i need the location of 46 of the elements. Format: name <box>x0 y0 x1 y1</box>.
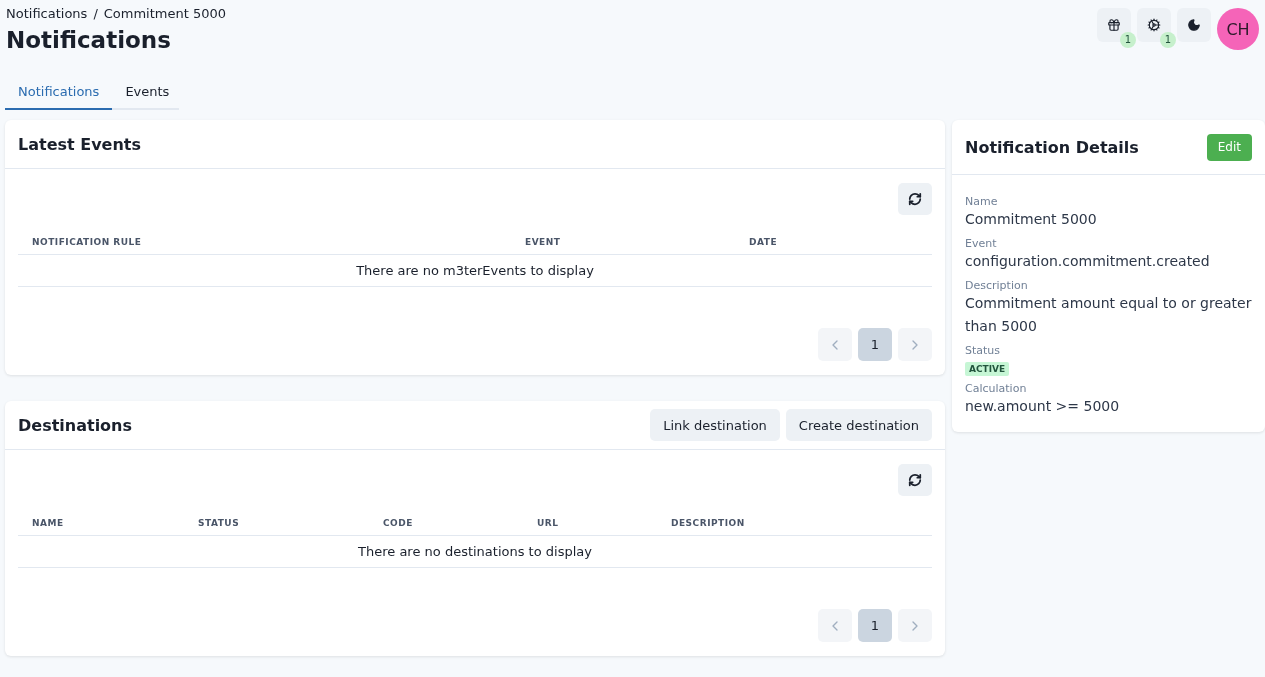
field-label: Name <box>965 195 999 208</box>
refresh-icon <box>908 192 922 206</box>
column-header: DESCRIPTION <box>670 517 746 530</box>
gears-icon <box>1147 18 1161 32</box>
moon-icon <box>1187 18 1201 32</box>
column-header: NAME <box>31 517 65 530</box>
breadcrumb-link[interactable]: Commitment 5000 <box>103 6 227 21</box>
field-label: Description <box>965 279 1029 292</box>
breadcrumb-separator: / <box>93 6 98 21</box>
refresh-button[interactable] <box>898 183 932 215</box>
breadcrumb-link[interactable]: Notifications <box>6 6 88 21</box>
page-title: Notifications <box>6 27 172 53</box>
count-badge: 1 <box>1160 32 1176 48</box>
column-header: STATUS <box>197 517 241 530</box>
page-button[interactable]: 1 <box>858 328 892 361</box>
card-title: Destinations <box>18 415 132 435</box>
page-button[interactable]: 1 <box>858 609 892 642</box>
field-value: Commitment amount equal to or greater than 5000 <box>965 294 1252 336</box>
refresh-icon <box>908 473 922 487</box>
theme-toggle-button[interactable] <box>1177 8 1211 42</box>
field-value: configuration.commitment.created <box>965 252 1211 271</box>
count-badge: 1 <box>1120 32 1136 48</box>
action-button[interactable]: Link destination <box>650 409 780 441</box>
column-header: NOTIFICATION RULE <box>31 236 143 249</box>
field-label: Status <box>965 344 1002 357</box>
empty-message: There are no destinations to display <box>18 536 932 568</box>
column-header: EVENT <box>524 236 562 249</box>
empty-message: There are no m3terEvents to display <box>18 255 932 287</box>
tab[interactable]: Events <box>112 78 183 110</box>
gift-button[interactable] <box>1097 8 1131 42</box>
card-title: Notification Details <box>965 137 1139 157</box>
card-title: Latest Events <box>18 134 141 154</box>
field-label: Event <box>965 237 998 250</box>
user-avatar[interactable]: CH <box>1217 8 1259 50</box>
action-button[interactable]: Create destination <box>785 409 932 441</box>
field-label: Calculation <box>965 382 1028 395</box>
refresh-button[interactable] <box>898 464 932 496</box>
column-header: CODE <box>382 517 414 530</box>
gift-icon <box>1107 18 1121 32</box>
status-badge: ACTIVE <box>965 362 1010 376</box>
integrations-button[interactable] <box>1137 8 1171 42</box>
column-header: DATE <box>748 236 779 249</box>
column-header: URL <box>536 517 560 530</box>
tab[interactable]: Notifications <box>5 78 113 110</box>
field-value: new.amount >= 5000 <box>965 397 1121 416</box>
field-value: Commitment 5000 <box>965 210 1098 229</box>
